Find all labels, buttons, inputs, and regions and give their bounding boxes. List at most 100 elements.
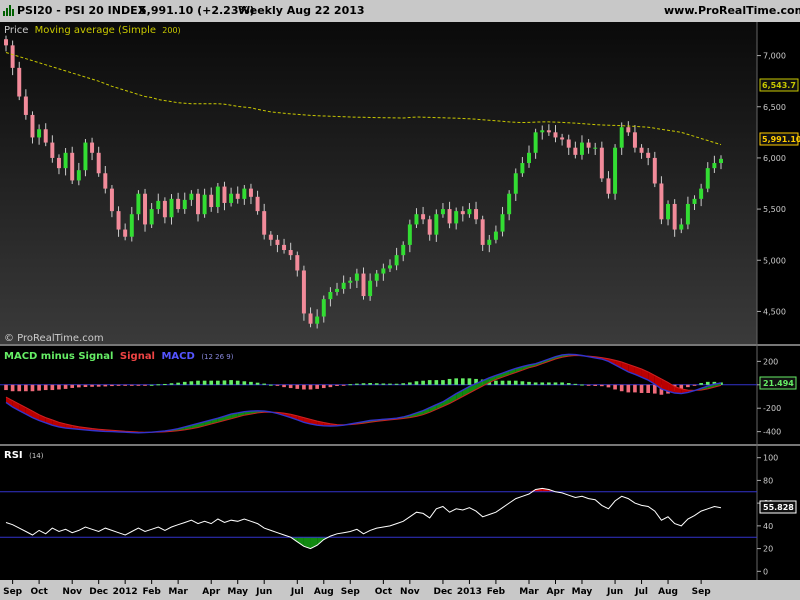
candle-body — [229, 193, 234, 203]
macd-histogram-bar — [467, 378, 472, 385]
site-url[interactable]: www.ProRealTime.com — [664, 4, 800, 17]
price-tick-label: 5,000 — [763, 256, 786, 265]
macd-histogram-bar — [368, 383, 372, 385]
candle-body — [460, 211, 465, 215]
macd-histogram-bar — [686, 384, 690, 388]
macd-tick-label: -200 — [763, 404, 781, 413]
candle-body — [546, 130, 551, 133]
price-tick-label: 6,500 — [763, 103, 786, 112]
candle-body — [222, 186, 227, 203]
candle-body — [666, 203, 671, 220]
macd-histogram-bar — [182, 381, 187, 385]
candle-body — [480, 219, 485, 245]
candle-body — [520, 163, 525, 174]
x-tick-label: Mar — [519, 587, 539, 597]
price-tick-label: 5,500 — [763, 205, 786, 214]
candle-body — [606, 178, 611, 194]
macd-hist-label: MACD minus Signal — [4, 351, 113, 362]
candle-body — [387, 265, 392, 269]
rsi-tick-label: 100 — [763, 454, 778, 463]
macd-histogram-bar — [646, 384, 650, 393]
candle-body — [321, 299, 326, 317]
macd-histogram-bar — [500, 380, 505, 385]
candle-body — [76, 170, 81, 181]
price-panel[interactable] — [0, 22, 757, 344]
macd-histogram-bar — [434, 380, 439, 385]
macd-histogram-bar — [533, 382, 538, 385]
candle-body — [282, 244, 287, 251]
x-tick-label: Jul — [634, 587, 648, 597]
macd-histogram-bar — [103, 384, 108, 387]
candle-body — [248, 188, 253, 197]
macd-histogram-bar — [295, 384, 300, 389]
candle-body — [560, 137, 565, 140]
macd-histogram-bar — [593, 384, 598, 386]
candle-body — [149, 209, 154, 225]
candle-body — [639, 147, 644, 153]
macd-histogram-bar — [361, 383, 366, 385]
macd-histogram-bar — [4, 384, 8, 391]
candle-body — [579, 142, 584, 155]
price-tick-label: 6,000 — [763, 154, 786, 163]
candle-body — [599, 147, 604, 179]
macd-histogram-bar — [460, 378, 465, 385]
macd-histogram-bar — [123, 384, 127, 386]
candle-body — [414, 214, 419, 225]
price-title-prefix: Price — [4, 25, 28, 36]
macd-params: (12 26 9) — [201, 353, 233, 361]
macd-histogram-bar — [381, 383, 386, 385]
candle-body — [116, 211, 121, 230]
candle-body — [679, 224, 684, 230]
macd-histogram-bar — [705, 381, 710, 385]
candle-body — [10, 45, 15, 68]
macd-histogram-bar — [229, 380, 233, 385]
x-tick-label: Dec — [89, 587, 108, 597]
macd-histogram-bar — [43, 384, 48, 391]
macd-histogram-bar — [540, 382, 545, 385]
macd-histogram-bar — [321, 384, 326, 389]
macd-histogram-bar — [626, 384, 631, 393]
candle-body — [182, 199, 187, 210]
macd-histogram-bar — [10, 384, 15, 392]
macd-histogram-bar — [355, 383, 359, 385]
x-tick-label: Feb — [142, 587, 161, 597]
macd-histogram-bar — [341, 384, 346, 386]
candle-body — [4, 39, 8, 46]
period-date: Weekly Aug 22 2013 — [238, 4, 365, 17]
candle-body — [242, 188, 247, 199]
macd-histogram-bar — [692, 384, 697, 386]
macd-histogram-bar — [57, 384, 61, 390]
x-tick-label: 2013 — [457, 587, 482, 597]
candle-body — [613, 147, 618, 194]
candle-body — [202, 194, 207, 215]
candle-body — [493, 231, 498, 240]
macd-panel[interactable] — [0, 348, 757, 443]
macd-histogram-bar — [129, 384, 134, 386]
candle-body — [169, 198, 174, 218]
macd-histogram-bar — [30, 384, 35, 392]
macd-histogram-bar — [335, 384, 339, 386]
candle-body — [308, 313, 313, 324]
candle-body — [500, 214, 505, 232]
macd-histogram-bar — [83, 384, 88, 388]
macd-histogram-bar — [348, 384, 353, 386]
chart-window: PSI20 - PSI 20 INDEX 5,991.10 (+2.23%) W… — [0, 0, 800, 600]
macd-histogram-bar — [573, 383, 578, 385]
watermark: © ProRealTime.com — [4, 333, 104, 344]
candle-body — [513, 173, 518, 194]
macd-last-box: 21.494 — [759, 376, 797, 390]
ma-series-label: Moving average (Simple — [35, 25, 156, 36]
candle-body — [533, 132, 538, 153]
macd-histogram-bar — [652, 384, 657, 394]
candle-body — [136, 193, 141, 215]
macd-histogram-bar — [169, 383, 174, 385]
x-tick-label: Oct — [30, 587, 48, 597]
candle-body — [123, 229, 128, 237]
macd-histogram-bar — [156, 384, 161, 386]
rsi-panel[interactable] — [0, 447, 757, 580]
macd-histogram-bar — [163, 383, 167, 385]
candle-body — [401, 244, 406, 256]
macd-histogram-bar — [235, 380, 240, 385]
rsi-last-box: 55.828 — [759, 500, 797, 514]
x-tick-label: May — [572, 587, 593, 597]
